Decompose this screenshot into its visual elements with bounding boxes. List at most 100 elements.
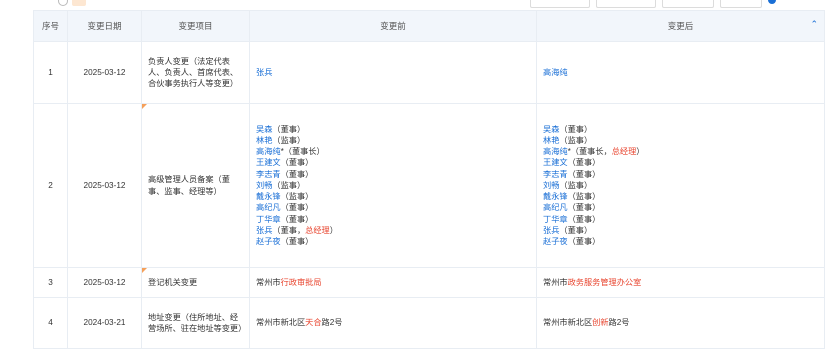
row-item: 高级管理人员备案（董事、监事、经理等）: [141, 103, 250, 268]
entry-text: *（董事长，: [567, 147, 612, 157]
highlight-text: 创新: [592, 318, 609, 328]
toolbar-button-2[interactable]: [596, 0, 656, 8]
person-link[interactable]: 赵子夜: [543, 237, 568, 246]
row-no: 4: [33, 297, 68, 349]
change-entry: 张兵（董事）: [543, 225, 818, 236]
info-icon: [58, 0, 68, 6]
entry-text: （董事）: [280, 203, 314, 213]
collapse-icon[interactable]: ⌃: [810, 19, 818, 30]
entry-text: 常州市新北区: [543, 318, 593, 328]
toolbar-button-1[interactable]: [530, 0, 590, 8]
entry-text: （董事）: [567, 158, 601, 168]
row-date: 2025-03-12: [67, 41, 142, 104]
row-item: 登记机关变更: [141, 267, 250, 298]
person-link[interactable]: 高纪凡: [256, 203, 281, 212]
badge: [72, 0, 86, 6]
person-link[interactable]: 王建文: [543, 158, 568, 167]
change-entry: 刘畅（监事）: [543, 180, 818, 191]
entry-text: （董事）: [280, 214, 314, 224]
change-entry: 高海纯: [543, 67, 818, 78]
entry-text: （董事）: [280, 236, 314, 246]
person-link[interactable]: 吴森: [256, 125, 272, 134]
entry-text: （董事）: [567, 214, 601, 224]
row-no: 1: [33, 41, 68, 104]
help-icon: [768, 0, 776, 4]
row-after: 高海纯: [536, 41, 825, 104]
change-entry: 林艳（监事）: [256, 135, 530, 146]
person-link[interactable]: 高海纯: [256, 147, 281, 156]
entry-text: （董事）: [567, 169, 601, 179]
row-after: 吴森（董事） 林艳（监事） 高海纯*（董事长，总经理） 王建文（董事） 李志青（董事）刘…: [536, 103, 825, 268]
change-entry: 李志青（董事）: [256, 169, 530, 180]
toolbar-button-4[interactable]: [720, 0, 762, 8]
highlight-text: 行政审批局: [280, 277, 322, 287]
entry-text: *（董事长）: [280, 147, 325, 157]
highlight-text: 总经理: [305, 225, 330, 235]
change-entry: 吴森（董事）: [543, 124, 818, 135]
row-date: 2025-03-12: [67, 267, 142, 298]
person-link[interactable]: 戴永锋: [256, 192, 281, 201]
change-entry: 吴森（董事）: [256, 124, 530, 135]
row-item: 地址变更（住所地址、经营场所、驻在地址等变更）: [141, 297, 250, 349]
person-link[interactable]: 丁华章: [543, 215, 568, 224]
row-before: 吴森（董事） 林艳（监事） 高海纯*（董事长） 王建文（董事） 李志青（董事） 刘畅（监事…: [249, 103, 537, 268]
entry-text: （董事）: [272, 124, 306, 134]
toolbar-link[interactable]: [768, 0, 779, 4]
person-link[interactable]: 刘畅: [543, 181, 559, 190]
person-link[interactable]: 戴永锋: [543, 192, 568, 201]
entry-text: （监事）: [559, 180, 593, 190]
change-entry: 常州市新北区天合路2号: [256, 317, 530, 328]
person-link[interactable]: 张兵: [256, 68, 272, 77]
person-link[interactable]: 李志青: [256, 170, 281, 179]
person-link[interactable]: 丁华章: [256, 215, 281, 224]
person-link[interactable]: 刘畅: [256, 181, 272, 190]
row-item: 负责人变更（法定代表人、负责人、首席代表、合伙事务执行人等变更）: [141, 41, 250, 104]
table-row: 4 2024-03-21 地址变更（住所地址、经营场所、驻在地址等变更） 常州市…: [33, 297, 825, 349]
change-entry: 高纪凡（董事）: [543, 202, 818, 213]
header-date: 变更日期: [67, 10, 142, 42]
row-no: 3: [33, 267, 68, 298]
toolbar: [0, 0, 831, 10]
change-entry: 李志青（董事）: [543, 169, 818, 180]
change-entry: 高纪凡（董事）: [256, 202, 530, 213]
person-link[interactable]: 张兵: [256, 226, 272, 235]
table-row: 3 2025-03-12 登记机关变更 常州市行政审批局 常州市政务服务管理办公…: [33, 267, 825, 298]
entry-text: 路2号: [608, 318, 630, 328]
change-entry: 高海纯*（董事长）: [256, 146, 530, 157]
entry-text: （董事）: [567, 236, 601, 246]
entry-text: 常州市: [543, 277, 568, 287]
entry-text: （监事）: [272, 136, 306, 146]
person-link[interactable]: 张兵: [543, 226, 559, 235]
entry-text: （监事）: [280, 192, 314, 202]
person-link[interactable]: 高海纯: [543, 147, 568, 156]
change-entry: 常州市新北区创新路2号: [543, 317, 818, 328]
change-entry: 赵子夜（董事）: [543, 236, 818, 247]
entry-text: （董事）: [280, 158, 314, 168]
person-link[interactable]: 林艳: [256, 136, 272, 145]
entry-text: （监事）: [559, 136, 593, 146]
person-link[interactable]: 高海纯: [543, 68, 568, 77]
change-entry: 王建文（董事）: [543, 157, 818, 168]
change-entry: 戴永锋（监事）: [256, 191, 530, 202]
header-no: 序号: [33, 10, 68, 42]
change-entry: 高海纯*（董事长，总经理）: [543, 146, 818, 157]
person-link[interactable]: 李志青: [543, 170, 568, 179]
person-link[interactable]: 王建文: [256, 158, 281, 167]
toolbar-button-3[interactable]: [662, 0, 714, 8]
change-entry: 常州市行政审批局: [256, 277, 530, 288]
person-link[interactable]: 赵子夜: [256, 237, 281, 246]
table-row: 1 2025-03-12 负责人变更（法定代表人、负责人、首席代表、合伙事务执行…: [33, 41, 825, 104]
change-entry: 林艳（监事）: [543, 135, 818, 146]
person-link[interactable]: 高纪凡: [543, 203, 568, 212]
row-date: 2025-03-12: [67, 103, 142, 268]
table-header: 序号 变更日期 变更项目 变更前 变更后 ⌃: [33, 10, 825, 42]
person-link[interactable]: 吴森: [543, 125, 559, 134]
person-link[interactable]: 林艳: [543, 136, 559, 145]
change-record-table: 序号 变更日期 变更项目 变更前 变更后 ⌃ 1 2025-03-12 负责人变更…: [33, 10, 825, 349]
entry-text: ）: [636, 147, 645, 157]
row-no: 2: [33, 103, 68, 268]
change-entry: 丁华章（董事）: [543, 214, 818, 225]
row-before: 常州市新北区天合路2号: [249, 297, 537, 349]
header-after: 变更后 ⌃: [536, 10, 825, 42]
row-before: 张兵: [249, 41, 537, 104]
